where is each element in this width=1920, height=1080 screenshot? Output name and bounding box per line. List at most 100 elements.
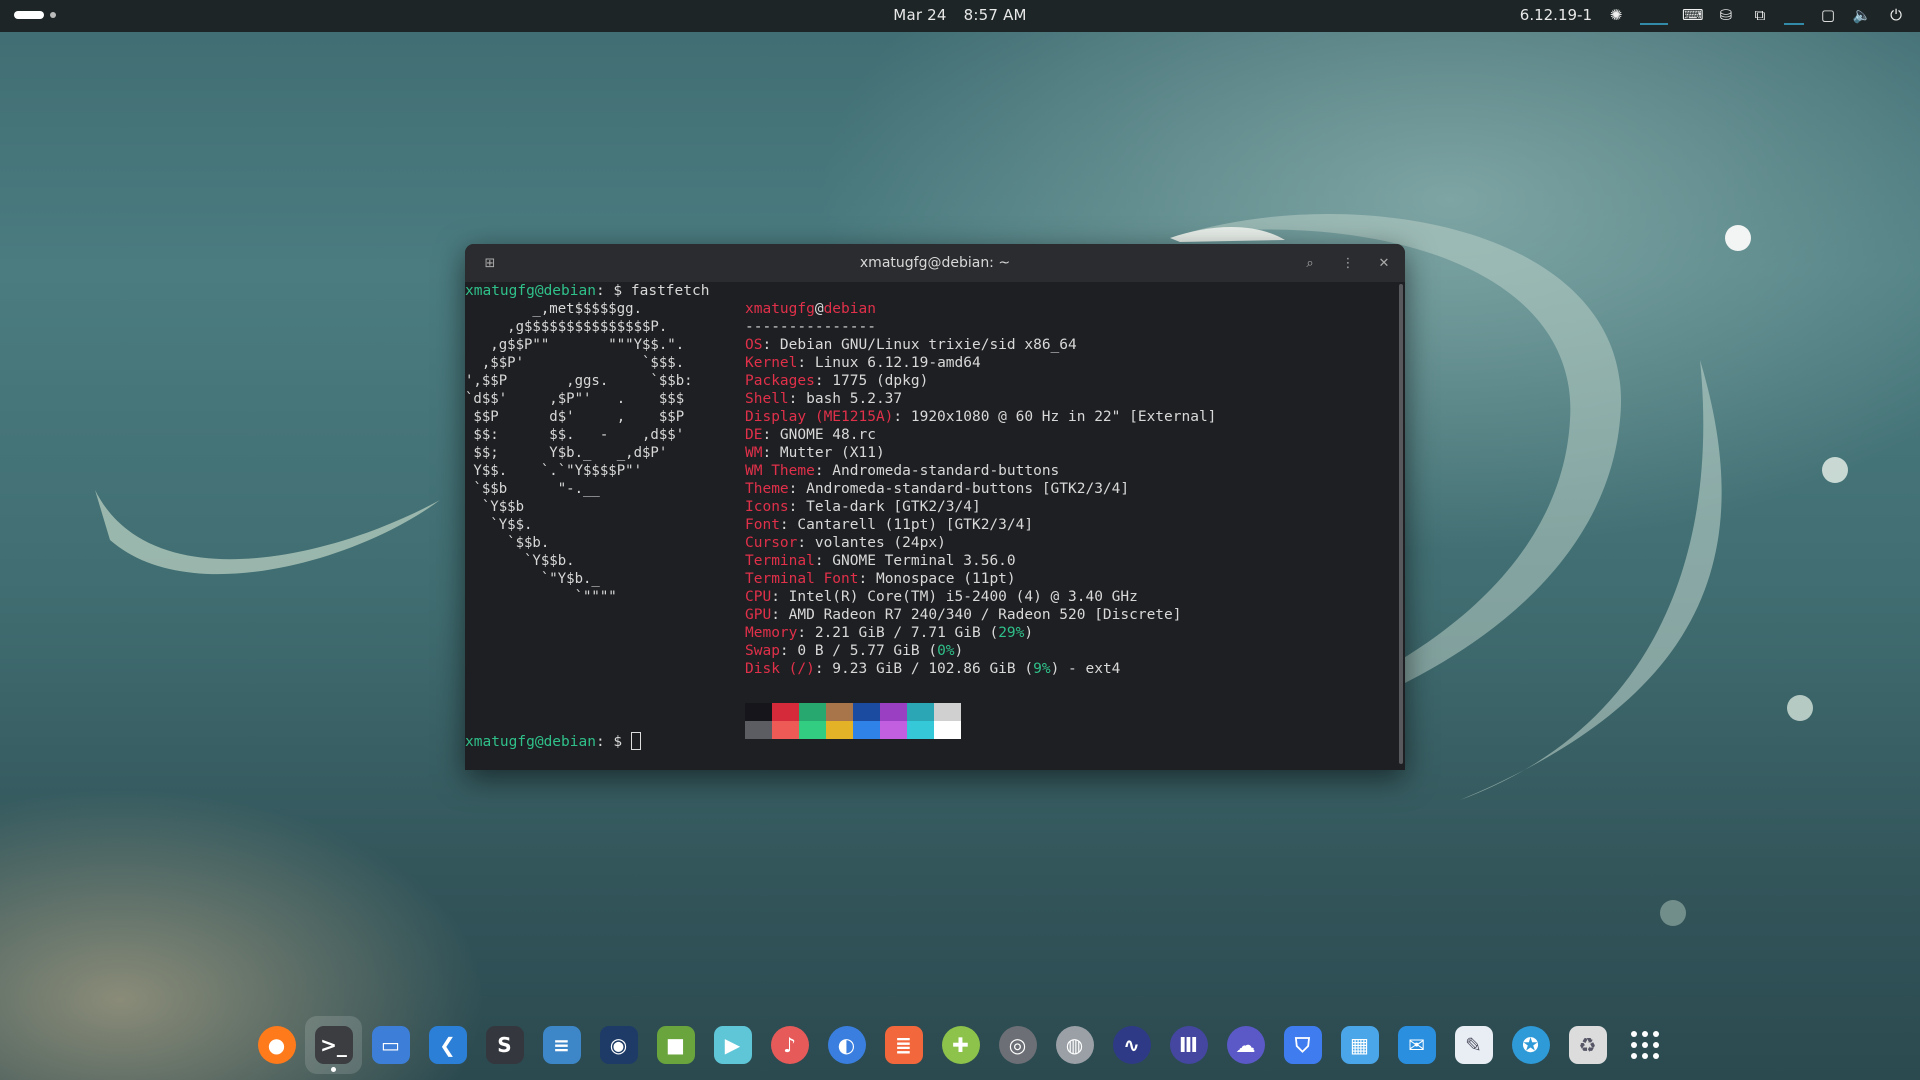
terminal-output[interactable]: xmatugfg@debian: $ fastfetch _,met$$$$$g… — [465, 282, 1397, 770]
dock-app-software[interactable]: Ⅲ — [1160, 1016, 1217, 1074]
info-row: OS: Debian GNU/Linux trixie/sid x86_64 — [745, 336, 1216, 354]
dock-app-sublime-text[interactable]: S — [476, 1016, 533, 1074]
info-value: : Andromeda-standard-buttons [GTK2/3/4] — [788, 481, 1130, 497]
info-row: GPU: AMD Radeon R7 240/340 / Radeon 520 … — [745, 606, 1216, 624]
info-key: Cursor — [745, 535, 798, 551]
dock-app-connections[interactable]: ◐ — [818, 1016, 875, 1074]
network-icon[interactable]: ⧉ — [1750, 5, 1770, 25]
dock-app-trash[interactable]: ♻ — [1559, 1016, 1616, 1074]
dock-app-extensions[interactable]: ✚ — [932, 1016, 989, 1074]
terminal-titlebar[interactable]: ⊞ xmatugfg@debian: ~ ⌕ ⋮ ✕ — [465, 244, 1405, 282]
palette-swatch — [853, 703, 880, 721]
info-value: : Andromeda-standard-buttons — [814, 463, 1060, 479]
info-percent: 9% — [1033, 661, 1051, 677]
info-header: xmatugfg@debian — [745, 300, 1216, 318]
info-value-tail: ) - ext4 — [1050, 661, 1121, 677]
dock-app-music[interactable]: ♪ — [761, 1016, 818, 1074]
dock-app-video[interactable]: ▶ — [704, 1016, 761, 1074]
cpu-icon[interactable]: ✺ — [1606, 5, 1626, 25]
disk-icon: ◎ — [998, 1026, 1037, 1064]
keyboard-icon[interactable]: ⌨ — [1682, 5, 1704, 25]
network-graph — [1784, 5, 1804, 25]
close-icon[interactable]: ✕ — [1373, 253, 1395, 275]
scrollbar[interactable] — [1399, 284, 1403, 764]
dock-app-photos[interactable]: ▦ — [1331, 1016, 1388, 1074]
info-value: : Tela-dark [GTK2/3/4] — [788, 499, 981, 515]
info-key: Display (ME1215A) — [745, 409, 894, 425]
dock-app-cloud[interactable]: ☁ — [1217, 1016, 1274, 1074]
palette-swatch — [853, 721, 880, 739]
dock-app-text-editor[interactable]: ✎ — [1445, 1016, 1502, 1074]
terminal-window[interactable]: ⊞ xmatugfg@debian: ~ ⌕ ⋮ ✕ xmatugfg@debi… — [465, 244, 1405, 770]
text-editor-icon: ✎ — [1454, 1026, 1493, 1064]
debian-ascii-logo: _,met$$$$$gg. ,g$$$$$$$$$$$$$$$P. ,g$$P"… — [465, 301, 693, 605]
info-key: Terminal Font — [745, 571, 859, 587]
search-icon[interactable]: ⌕ — [1299, 253, 1321, 275]
vscode-icon: ❮ — [428, 1026, 467, 1064]
terminal-icon: >_ — [314, 1026, 353, 1064]
dock-app-monitor[interactable]: ∿ — [1103, 1016, 1160, 1074]
palette-swatch — [826, 703, 853, 721]
text-cursor — [630, 732, 641, 750]
dock-app-disk[interactable]: ◎ — [989, 1016, 1046, 1074]
dock-app-mail[interactable]: ✉ — [1388, 1016, 1445, 1074]
dock-app-store[interactable]: ⛉ — [1274, 1016, 1331, 1074]
trash-icon: ♻ — [1568, 1026, 1607, 1064]
palette-swatch — [907, 703, 934, 721]
dock-app-steam[interactable]: ◉ — [590, 1016, 647, 1074]
connections-icon: ◐ — [827, 1026, 866, 1064]
command-text: fastfetch — [630, 283, 710, 299]
info-row: Shell: bash 5.2.37 — [745, 390, 1216, 408]
dock-app-help[interactable]: ✪ — [1502, 1016, 1559, 1074]
clock-time: 8:57 AM — [963, 6, 1027, 24]
drive-icon[interactable]: ⛁ — [1716, 5, 1736, 25]
info-row: Terminal Font: Monospace (11pt) — [745, 570, 1216, 588]
info-value: : 1775 (dpkg) — [814, 373, 929, 389]
info-row: Kernel: Linux 6.12.19-amd64 — [745, 354, 1216, 372]
palette-swatch — [934, 703, 961, 721]
dock-app-minecraft[interactable]: ■ — [647, 1016, 704, 1074]
info-row: Packages: 1775 (dpkg) — [745, 372, 1216, 390]
help-icon: ✪ — [1511, 1026, 1550, 1064]
info-row: Display (ME1215A): 1920x1080 @ 60 Hz in … — [745, 408, 1216, 426]
info-row: Cursor: volantes (24px) — [745, 534, 1216, 552]
kernel-indicator[interactable]: 6.12.19-1 — [1520, 6, 1592, 24]
command-line: xmatugfg@debian: $ fastfetch — [465, 282, 709, 300]
info-key: Shell — [745, 391, 789, 407]
dock-app-vscode[interactable]: ❮ — [419, 1016, 476, 1074]
info-key: OS — [745, 337, 763, 353]
dock-app-firefox[interactable]: ● — [248, 1016, 305, 1074]
info-row: Disk (/): 9.23 GiB / 102.86 GiB (9%) - e… — [745, 660, 1216, 678]
prompt-line[interactable]: xmatugfg@debian: $ — [465, 732, 641, 751]
info-row: Icons: Tela-dark [GTK2/3/4] — [745, 498, 1216, 516]
menu-icon[interactable]: ⋮ — [1337, 253, 1359, 275]
show-apps-button[interactable] — [1616, 1016, 1673, 1074]
info-value: : 2.21 GiB / 7.71 GiB ( — [797, 625, 999, 641]
store-icon: ⛉ — [1283, 1026, 1322, 1064]
dock-app-image-viewer[interactable]: ◍ — [1046, 1016, 1103, 1074]
power-icon[interactable]: ⏻ — [1886, 5, 1906, 25]
info-key: Disk (/) — [745, 661, 815, 677]
dock-app-terminal[interactable]: >_ — [305, 1016, 362, 1074]
info-row: Terminal: GNOME Terminal 3.56.0 — [745, 552, 1216, 570]
volume-icon[interactable]: 🔈 — [1852, 5, 1872, 25]
palette-swatch — [799, 721, 826, 739]
running-indicator — [331, 1067, 336, 1072]
video-icon: ▶ — [713, 1026, 752, 1064]
sublime-text-icon: S — [485, 1026, 524, 1064]
dock-app-files[interactable]: ▭ — [362, 1016, 419, 1074]
system-tray[interactable]: 6.12.19-1 ✺ ⌨ ⛁ ⧉ ▢ 🔈 ⏻ — [1520, 5, 1906, 25]
dock-app-settings[interactable]: ≡ — [533, 1016, 590, 1074]
info-row: Memory: 2.21 GiB / 7.71 GiB (29%) — [745, 624, 1216, 642]
screen-icon[interactable]: ▢ — [1818, 5, 1838, 25]
info-row: DE: GNOME 48.rc — [745, 426, 1216, 444]
photos-icon: ▦ — [1340, 1026, 1379, 1064]
software-icon: Ⅲ — [1169, 1026, 1208, 1064]
info-value: : GNOME Terminal 3.56.0 — [814, 553, 1016, 569]
info-row: Font: Cantarell (11pt) [GTK2/3/4] — [745, 516, 1216, 534]
dock: ● >_ ▭ ❮ S ≡ ◉ ■ ▶ ♪ ◐ ≣ ✚ ◎ ◍ ∿ Ⅲ ☁ ⛉ ▦ ✉ ✎ ✪ ♻ — [248, 1016, 1673, 1074]
prompt-user: xmatugfg@debian — [465, 734, 596, 750]
settings-icon: ≡ — [542, 1026, 581, 1064]
info-value-tail: ) — [954, 643, 964, 659]
dock-app-document[interactable]: ≣ — [875, 1016, 932, 1074]
